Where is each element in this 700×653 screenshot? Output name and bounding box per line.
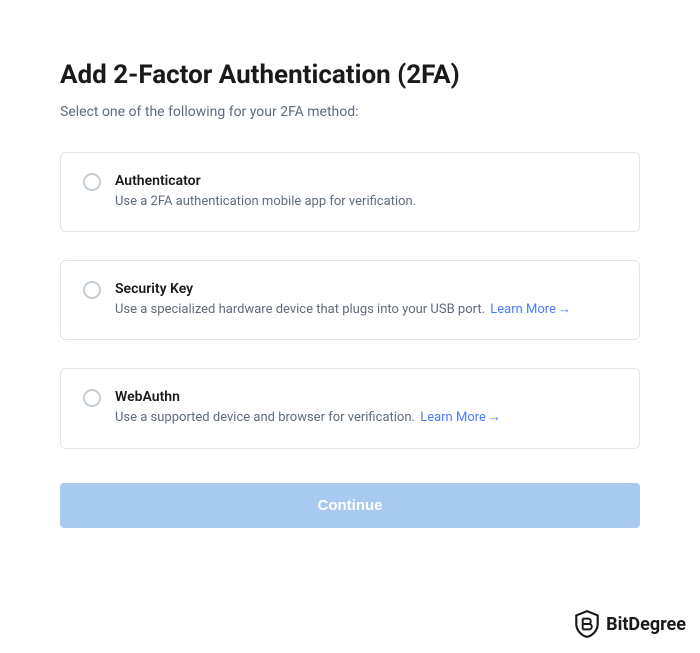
arrow-right-icon: → — [488, 410, 501, 425]
radio-icon[interactable] — [83, 389, 101, 407]
radio-icon[interactable] — [83, 281, 101, 299]
watermark: BitDegree — [574, 609, 686, 639]
option-description: Use a specialized hardware device that p… — [115, 301, 617, 319]
option-title: Security Key — [115, 281, 617, 297]
option-description: Use a 2FA authentication mobile app for … — [115, 193, 617, 211]
page-subtitle: Select one of the following for your 2FA… — [60, 104, 640, 120]
learn-more-link[interactable]: Learn More — [420, 410, 486, 425]
shield-icon — [574, 609, 600, 639]
arrow-right-icon: → — [558, 302, 571, 317]
option-description-text: Use a specialized hardware device that p… — [115, 302, 485, 317]
option-content: Authenticator Use a 2FA authentication m… — [115, 173, 617, 211]
option-content: Security Key Use a specialized hardware … — [115, 281, 617, 319]
option-webauthn[interactable]: WebAuthn Use a supported device and brow… — [60, 368, 640, 448]
option-title: Authenticator — [115, 173, 617, 189]
continue-button[interactable]: Continue — [60, 483, 640, 528]
radio-icon[interactable] — [83, 173, 101, 191]
option-security-key[interactable]: Security Key Use a specialized hardware … — [60, 260, 640, 340]
page-title: Add 2-Factor Authentication (2FA) — [60, 60, 640, 90]
option-content: WebAuthn Use a supported device and brow… — [115, 389, 617, 427]
learn-more-link[interactable]: Learn More — [490, 302, 556, 317]
option-title: WebAuthn — [115, 389, 617, 405]
option-description: Use a supported device and browser for v… — [115, 409, 617, 427]
option-authenticator[interactable]: Authenticator Use a 2FA authentication m… — [60, 152, 640, 232]
option-description-text: Use a supported device and browser for v… — [115, 410, 415, 425]
watermark-text: BitDegree — [606, 614, 686, 635]
